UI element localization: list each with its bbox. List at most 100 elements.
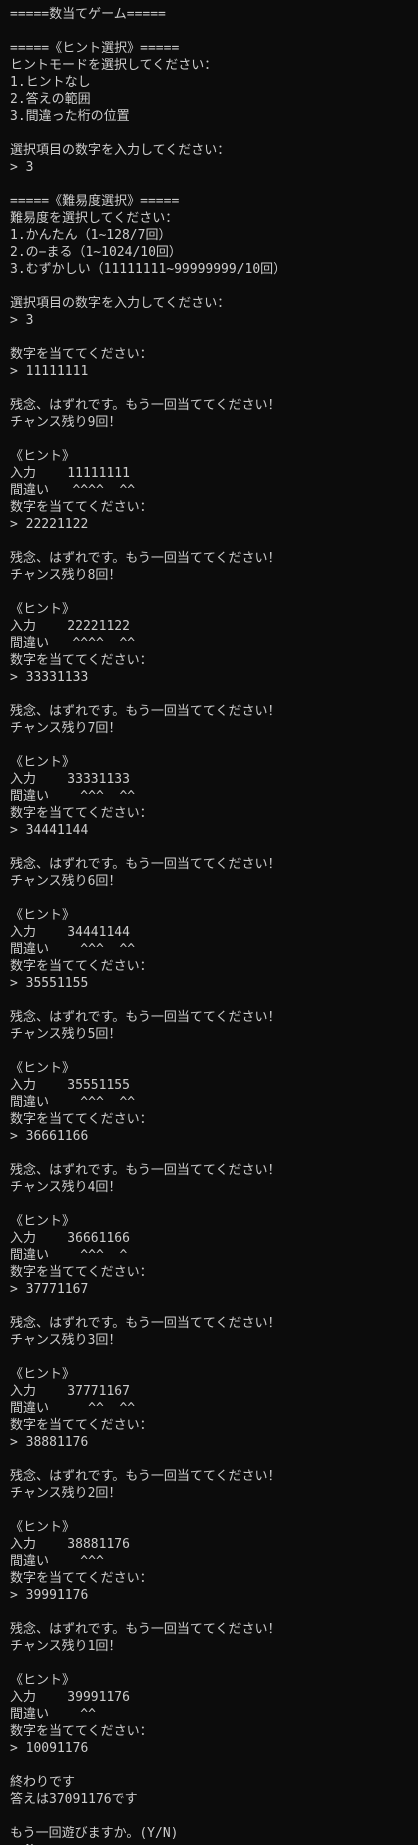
terminal-output-line: 《ヒント》 — [10, 1214, 76, 1229]
terminal-window[interactable]: =====数当てゲーム===== =====《ヒント選択》===== ヒントモードを… — [0, 0, 418, 1845]
terminal-output-line: 残念、はずれです。もう一回当ててください！ — [10, 1469, 281, 1484]
terminal-output-line: 間違い ^^^^ ^^ — [10, 636, 136, 651]
terminal-output-line: 3.むずかしい（11111111~99999999/10回） — [10, 262, 287, 277]
terminal-output-line: 《ヒント》 — [10, 1061, 76, 1076]
terminal-output-line: チャンス残り3回！ — [10, 1333, 122, 1348]
terminal-output-line: 間違い ^^^^ ^^ — [10, 483, 136, 498]
terminal-output-line: 入力 22221122 — [10, 619, 130, 634]
terminal-output-line: 数字を当ててください： — [10, 1112, 153, 1127]
terminal-output-line: 残念、はずれです。もう一回当ててください！ — [10, 1010, 281, 1025]
terminal-output-line: 2.答えの範囲 — [10, 92, 91, 107]
terminal-input-line: > 10091176 — [10, 1741, 89, 1756]
terminal-output-line: 間違い ^^^ ^^ — [10, 789, 136, 804]
terminal-output-line: 《ヒント》 — [10, 1367, 76, 1382]
terminal-output-line: 入力 34441144 — [10, 925, 130, 940]
terminal-input-line: > 3 — [10, 313, 34, 328]
terminal-output-line: もう一回遊びますか。(Y/N) — [10, 1826, 179, 1841]
terminal-input-line: > 36661166 — [10, 1129, 89, 1144]
terminal-input-line: > 3 — [10, 160, 34, 175]
terminal-output-line: 《ヒント》 — [10, 602, 76, 617]
terminal-output-line: 間違い ^^^ ^ — [10, 1248, 128, 1263]
terminal-output-line: 残念、はずれです。もう一回当ててください！ — [10, 1163, 281, 1178]
terminal-output-line: 2.の−まる（1~1024/10回） — [10, 245, 182, 260]
terminal-output-line: 《ヒント》 — [10, 908, 76, 923]
terminal-output-line: =====数当てゲーム===== — [10, 7, 166, 22]
terminal-output-line: 残念、はずれです。もう一回当ててください！ — [10, 1622, 281, 1637]
terminal-output-line: チャンス残り7回！ — [10, 721, 122, 736]
terminal-output-line: 残念、はずれです。もう一回当ててください！ — [10, 1316, 281, 1331]
terminal-output-line: ヒントモードを選択してください： — [10, 58, 218, 73]
terminal-output-line: チャンス残り5回！ — [10, 1027, 122, 1042]
terminal-output-line: =====《難易度選択》===== — [10, 194, 180, 209]
terminal-output-line: チャンス残り2回！ — [10, 1486, 122, 1501]
terminal-output-line: チャンス残り9回！ — [10, 415, 122, 430]
terminal-output-line: 入力 37771167 — [10, 1384, 130, 1399]
terminal-output-line: チャンス残り6回！ — [10, 874, 122, 889]
terminal-output-line: チャンス残り1回！ — [10, 1639, 122, 1654]
terminal-output-line: 難易度を選択してください： — [10, 211, 179, 226]
terminal-output-line: 《ヒント》 — [10, 1520, 76, 1535]
terminal-input-line: > 38881176 — [10, 1435, 89, 1450]
terminal-output-line: 入力 35551155 — [10, 1078, 130, 1093]
terminal-output-line: 1.ヒントなし — [10, 75, 91, 90]
terminal-output-line: チャンス残り4回！ — [10, 1180, 122, 1195]
terminal-output-line: 入力 36661166 — [10, 1231, 130, 1246]
terminal-output-line: =====《ヒント選択》===== — [10, 41, 180, 56]
terminal-output-line: 残念、はずれです。もう一回当ててください！ — [10, 857, 281, 872]
terminal-output-line: 《ヒント》 — [10, 449, 76, 464]
terminal-output-line: 答えは37091176です — [10, 1792, 138, 1807]
terminal-output-line: 残念、はずれです。もう一回当ててください！ — [10, 551, 281, 566]
terminal-input-line: > 39991176 — [10, 1588, 89, 1603]
terminal-output-line: 間違い ^^^ ^^ — [10, 942, 136, 957]
terminal-output-line: 選択項目の数字を入力してください： — [10, 143, 231, 158]
terminal-output-line: 数字を当ててください： — [10, 1571, 153, 1586]
terminal-input-line: > 11111111 — [10, 364, 89, 379]
terminal-output-line: 間違い ^^ ^^ — [10, 1401, 136, 1416]
terminal-output-line: チャンス残り8回！ — [10, 568, 122, 583]
terminal-output-line: 入力 11111111 — [10, 466, 130, 481]
terminal-input-line: > 35551155 — [10, 976, 89, 991]
terminal-output-line: 数字を当ててください： — [10, 959, 153, 974]
terminal-output-line: 入力 39991176 — [10, 1690, 130, 1705]
terminal-output-line: 数字を当ててください： — [10, 1265, 153, 1280]
terminal-output-line: 終わりです — [10, 1775, 76, 1790]
terminal-output-line: 入力 38881176 — [10, 1537, 130, 1552]
terminal-output-line: 数字を当ててください： — [10, 1724, 153, 1739]
terminal-output-line: 間違い ^^^ — [10, 1554, 104, 1569]
terminal-output-line: 数字を当ててください： — [10, 653, 153, 668]
terminal-output-line: 数字を当ててください： — [10, 1418, 153, 1433]
terminal-input-line: > 34441144 — [10, 823, 89, 838]
terminal-output-line: 《ヒント》 — [10, 1673, 76, 1688]
terminal-output-line: 間違い ^^ — [10, 1707, 96, 1722]
terminal-input-line: > 33331133 — [10, 670, 89, 685]
terminal-output-line: 数字を当ててください： — [10, 806, 153, 821]
terminal-input-line: > 22221122 — [10, 517, 89, 532]
terminal-output-line: 《ヒント》 — [10, 755, 76, 770]
terminal-input-line: > 37771167 — [10, 1282, 89, 1297]
terminal-output-line: 選択項目の数字を入力してください： — [10, 296, 231, 311]
terminal-output-line: 数字を当ててください： — [10, 500, 153, 515]
